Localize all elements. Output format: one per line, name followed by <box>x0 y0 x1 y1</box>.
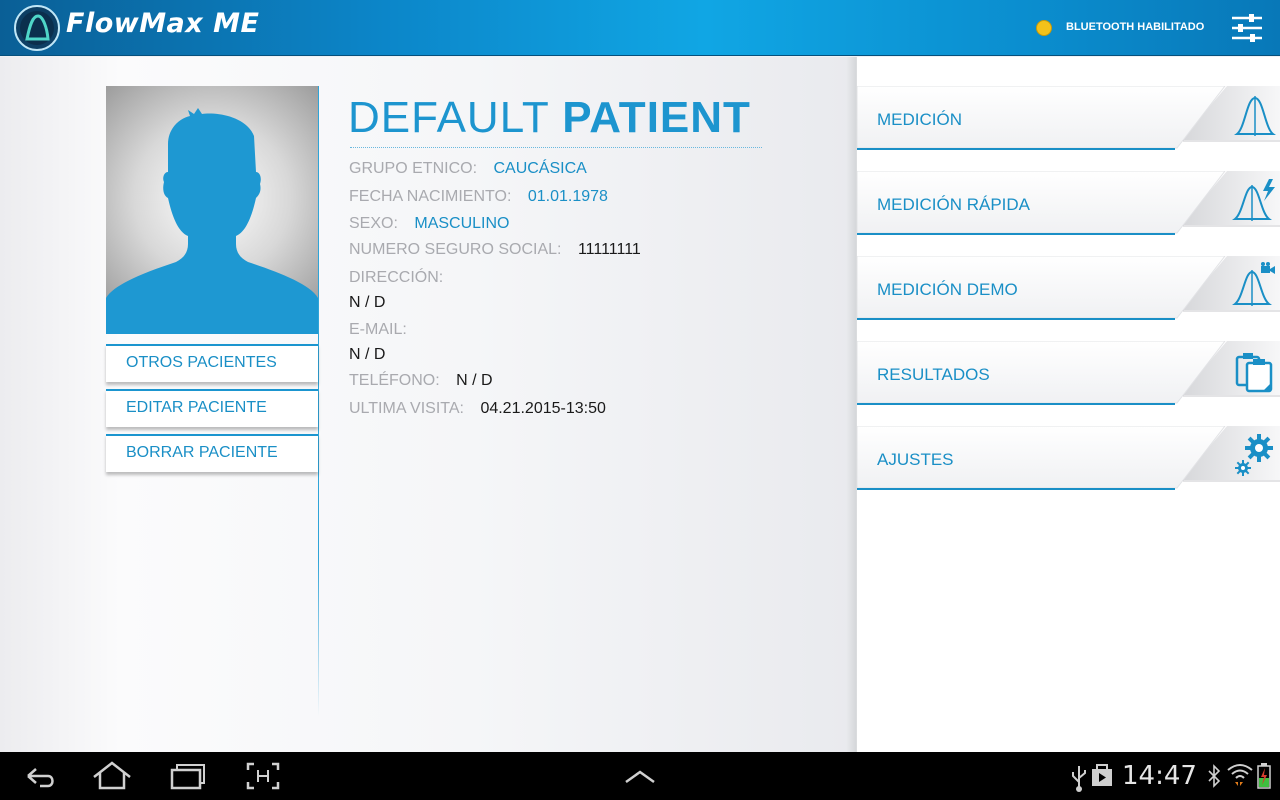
field-sex: SEXO: MASCULINO <box>349 215 509 233</box>
field-value: CAUCÁSICA <box>493 160 587 177</box>
home-icon[interactable] <box>90 752 134 800</box>
recent-apps-icon[interactable] <box>168 752 208 800</box>
menu-item-label: RESULTADOS <box>877 365 990 384</box>
field-label: GRUPO ETNICO: <box>349 160 478 177</box>
bell-curve-lightning-icon <box>1232 179 1275 221</box>
menu-item-quick-measurement[interactable]: MEDICIÓN RÁPIDA <box>857 171 1280 237</box>
field-phone: TELÉFONO: N / D <box>349 372 493 390</box>
other-patients-button[interactable]: OTROS PACIENTES <box>106 344 318 382</box>
gears-icon <box>1235 434 1273 476</box>
field-last-visit: ULTIMA VISITA: 04.21.2015-13:50 <box>349 400 606 418</box>
menu-item-measurement[interactable]: MEDICIÓN <box>857 86 1280 152</box>
clipboard-copy-icon <box>1235 353 1273 393</box>
bell-curve-icon <box>1234 96 1276 136</box>
field-label: SEXO: <box>349 215 398 232</box>
patient-name-bold: PATIENT <box>562 93 751 142</box>
wifi-icon <box>1227 764 1253 786</box>
name-underline <box>350 147 762 148</box>
menu-item-demo-measurement[interactable]: MEDICIÓN DEMO <box>857 256 1280 322</box>
delete-patient-button[interactable]: BORRAR PACIENTE <box>106 434 318 472</box>
field-label: FECHA NACIMIENTO: <box>349 188 512 205</box>
patient-avatar <box>106 86 318 334</box>
bluetooth-status-dot <box>1036 20 1052 36</box>
field-address-label: DIRECCIÓN: <box>349 269 443 287</box>
app-header: FlowMax ME BLUETOOTH HABILITADO <box>0 0 1280 56</box>
field-label: DIRECCIÓN: <box>349 269 444 286</box>
battery-icon <box>1257 763 1271 789</box>
field-value: 01.01.1978 <box>527 188 608 205</box>
menu-item-label: MEDICIÓN DEMO <box>877 280 1018 299</box>
field-value: MASCULINO <box>414 215 510 232</box>
field-label: NUMERO SEGURO SOCIAL: <box>349 241 562 258</box>
menu-item-results[interactable]: RESULTADOS <box>857 341 1280 407</box>
system-navigation-bar <box>0 752 1280 800</box>
field-label: ULTIMA VISITA: <box>349 400 464 417</box>
bluetooth-status-text: BLUETOOTH HABILITADO <box>1066 21 1205 33</box>
field-value: 11111111 <box>577 241 641 258</box>
patient-name: DEFAULT PATIENT <box>348 93 751 143</box>
menu-item-label: AJUSTES <box>877 450 954 469</box>
bluetooth-icon <box>1208 764 1221 788</box>
menu-item-label: MEDICIÓN <box>877 110 962 129</box>
field-ethnic-group: GRUPO ETNICO: CAUCÁSICA <box>349 160 587 178</box>
edit-patient-button[interactable]: EDITAR PACIENTE <box>106 389 318 427</box>
field-label: E-MAIL: <box>349 321 407 338</box>
chevron-up-icon[interactable] <box>622 752 658 800</box>
field-value: N / D <box>456 372 493 389</box>
back-icon[interactable] <box>20 752 60 800</box>
field-address-value: N / D <box>349 294 386 311</box>
field-value: 04.21.2015-13:50 <box>480 400 606 417</box>
bell-curve-camera-icon <box>1232 262 1275 306</box>
field-email-value: N / D <box>349 346 386 363</box>
menu-item-label: MEDICIÓN RÁPIDA <box>877 195 1031 214</box>
flowmax-logo-icon <box>14 5 60 51</box>
field-social-security: NUMERO SEGURO SOCIAL: 11111111 <box>349 241 641 259</box>
person-silhouette-icon <box>106 108 318 334</box>
menu-item-settings[interactable]: AJUSTES <box>857 426 1280 492</box>
field-email-label: E-MAIL: <box>349 321 407 339</box>
system-clock: 14:47 <box>1122 761 1197 791</box>
sliders-icon[interactable] <box>1230 12 1264 44</box>
patient-name-light: DEFAULT <box>348 93 549 142</box>
vertical-divider <box>318 86 319 716</box>
field-birth-date: FECHA NACIMIENTO: 01.01.1978 <box>349 188 608 206</box>
shop-bag-icon <box>1092 764 1112 786</box>
field-label: TELÉFONO: <box>349 372 440 389</box>
screenshot-icon[interactable] <box>244 752 282 800</box>
app-title: FlowMax ME <box>66 8 260 39</box>
usb-icon <box>1072 766 1086 792</box>
